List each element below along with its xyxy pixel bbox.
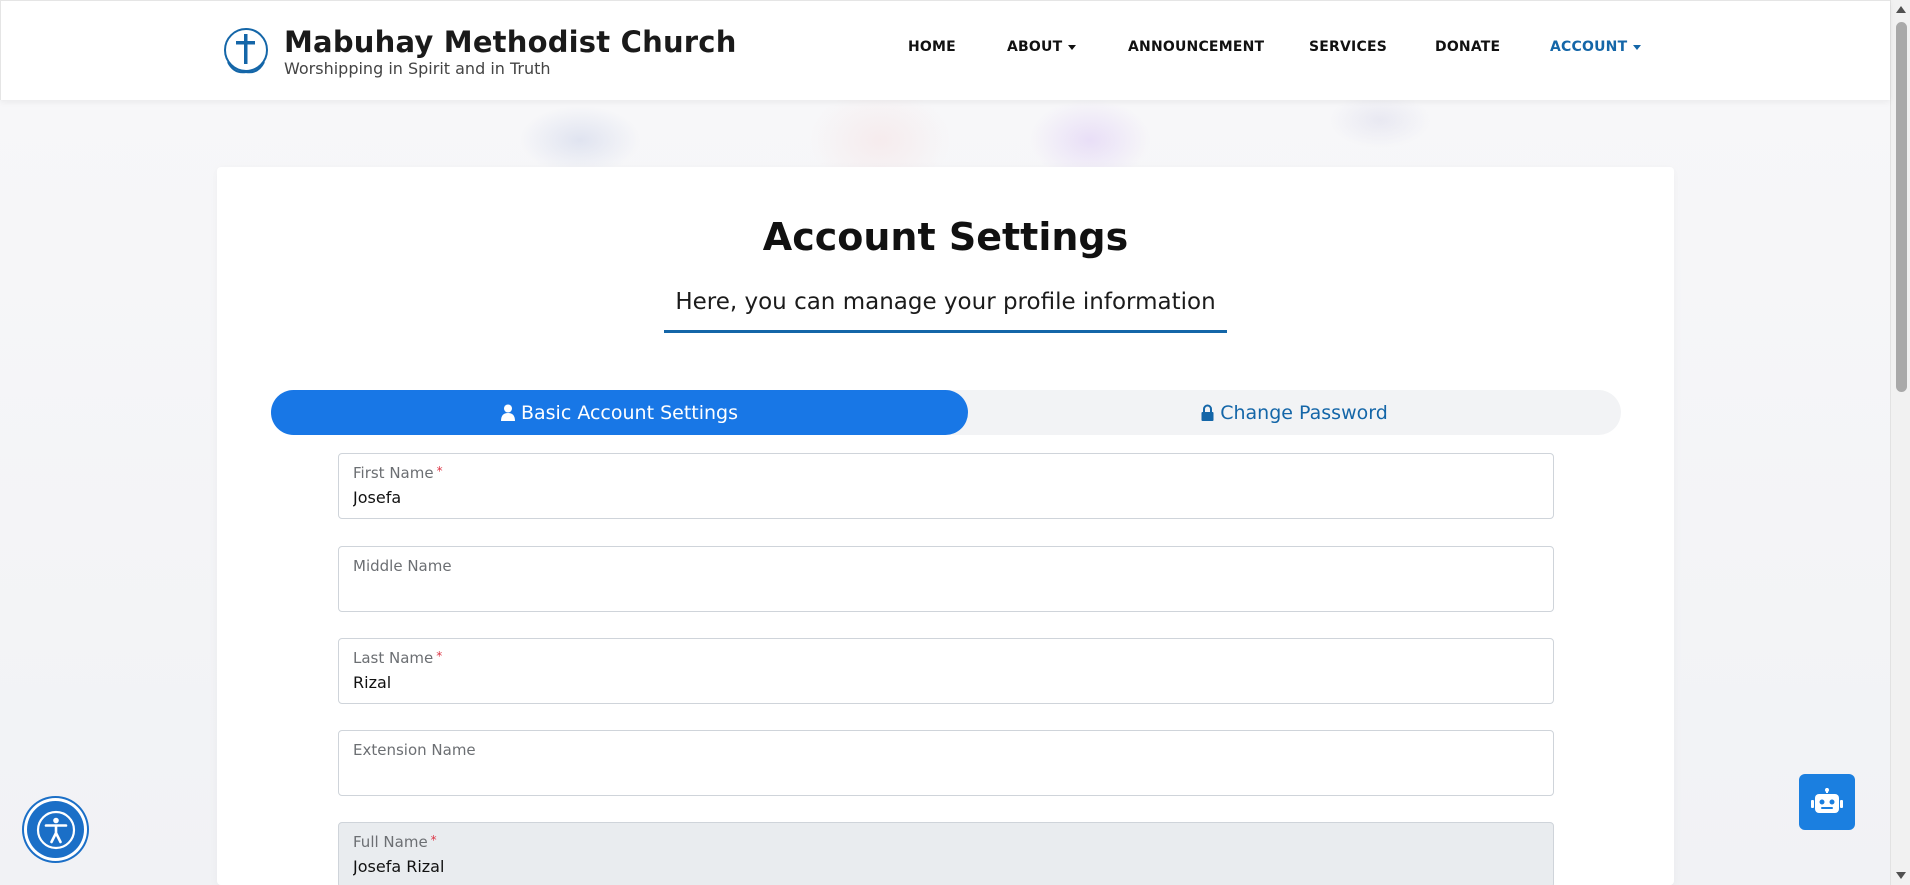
- full-name-label: Full Name *: [353, 833, 437, 851]
- tab-basic-label: Basic Account Settings: [520, 401, 739, 424]
- full-name-field: Full Name *: [338, 822, 1554, 885]
- nav-about-label: ABOUT: [1007, 39, 1063, 55]
- last-name-input[interactable]: [353, 670, 1533, 694]
- title-underline: [664, 330, 1227, 333]
- required-marker: *: [430, 833, 437, 847]
- chevron-down-icon: [1633, 44, 1642, 50]
- scroll-up-icon[interactable]: [1896, 6, 1906, 13]
- last-name-label: Last Name *: [353, 649, 442, 667]
- extension-name-field: Extension Name: [338, 730, 1554, 796]
- nav-account[interactable]: ACCOUNT: [1550, 39, 1642, 55]
- first-name-input[interactable]: [353, 485, 1533, 509]
- tab-password-label: Change Password: [1220, 401, 1388, 424]
- extension-name-input[interactable]: [353, 762, 1533, 786]
- vertical-scrollbar[interactable]: [1890, 0, 1910, 885]
- robot-icon: [1811, 788, 1843, 813]
- tab-basic-account-settings[interactable]: Basic Account Settings: [271, 390, 968, 435]
- accessibility-button[interactable]: [27, 801, 84, 858]
- page-subtitle: Here, you can manage your profile inform…: [675, 289, 1216, 315]
- first-name-field: First Name *: [338, 453, 1554, 519]
- account-settings-card: Account Settings Here, you can manage yo…: [217, 167, 1674, 885]
- last-name-label-text: Last Name: [353, 649, 434, 667]
- first-name-label-text: First Name: [353, 464, 434, 482]
- middle-name-field: Middle Name: [338, 546, 1554, 612]
- nav-home[interactable]: HOME: [908, 39, 956, 55]
- required-marker: *: [436, 464, 443, 478]
- scroll-down-icon[interactable]: [1896, 872, 1906, 879]
- full-name-label-text: Full Name: [353, 833, 428, 851]
- user-icon: [500, 404, 515, 421]
- nav-announcement[interactable]: ANNOUNCEMENT: [1128, 39, 1264, 55]
- full-name-input: [353, 854, 1533, 878]
- tab-change-password[interactable]: Change Password: [968, 390, 1621, 435]
- nav-donate[interactable]: DONATE: [1435, 39, 1500, 55]
- brand-title: Mabuhay Methodist Church: [284, 25, 737, 59]
- scrollbar-thumb[interactable]: [1896, 22, 1907, 392]
- required-marker: *: [436, 649, 443, 663]
- brand-subtitle: Worshipping in Spirit and in Truth: [284, 59, 551, 78]
- last-name-field: Last Name *: [338, 638, 1554, 704]
- middle-name-input[interactable]: [353, 578, 1533, 602]
- middle-name-label: Middle Name: [353, 557, 452, 575]
- settings-tabs: Basic Account Settings Change Password: [271, 390, 1621, 435]
- page-title: Account Settings: [762, 215, 1129, 259]
- chatbot-button[interactable]: [1799, 774, 1855, 830]
- accessibility-icon: [36, 810, 75, 849]
- nav-account-label: ACCOUNT: [1550, 39, 1628, 55]
- brand[interactable]: Mabuhay Methodist Church Worshipping in …: [220, 25, 737, 79]
- nav-services[interactable]: SERVICES: [1309, 39, 1387, 55]
- lock-icon: [1201, 404, 1214, 421]
- first-name-label: First Name *: [353, 464, 443, 482]
- top-navbar: Mabuhay Methodist Church Worshipping in …: [0, 0, 1890, 100]
- nav-about[interactable]: ABOUT: [1007, 39, 1077, 55]
- church-logo-icon: [224, 28, 268, 74]
- chevron-down-icon: [1068, 44, 1077, 50]
- extension-name-label: Extension Name: [353, 741, 476, 759]
